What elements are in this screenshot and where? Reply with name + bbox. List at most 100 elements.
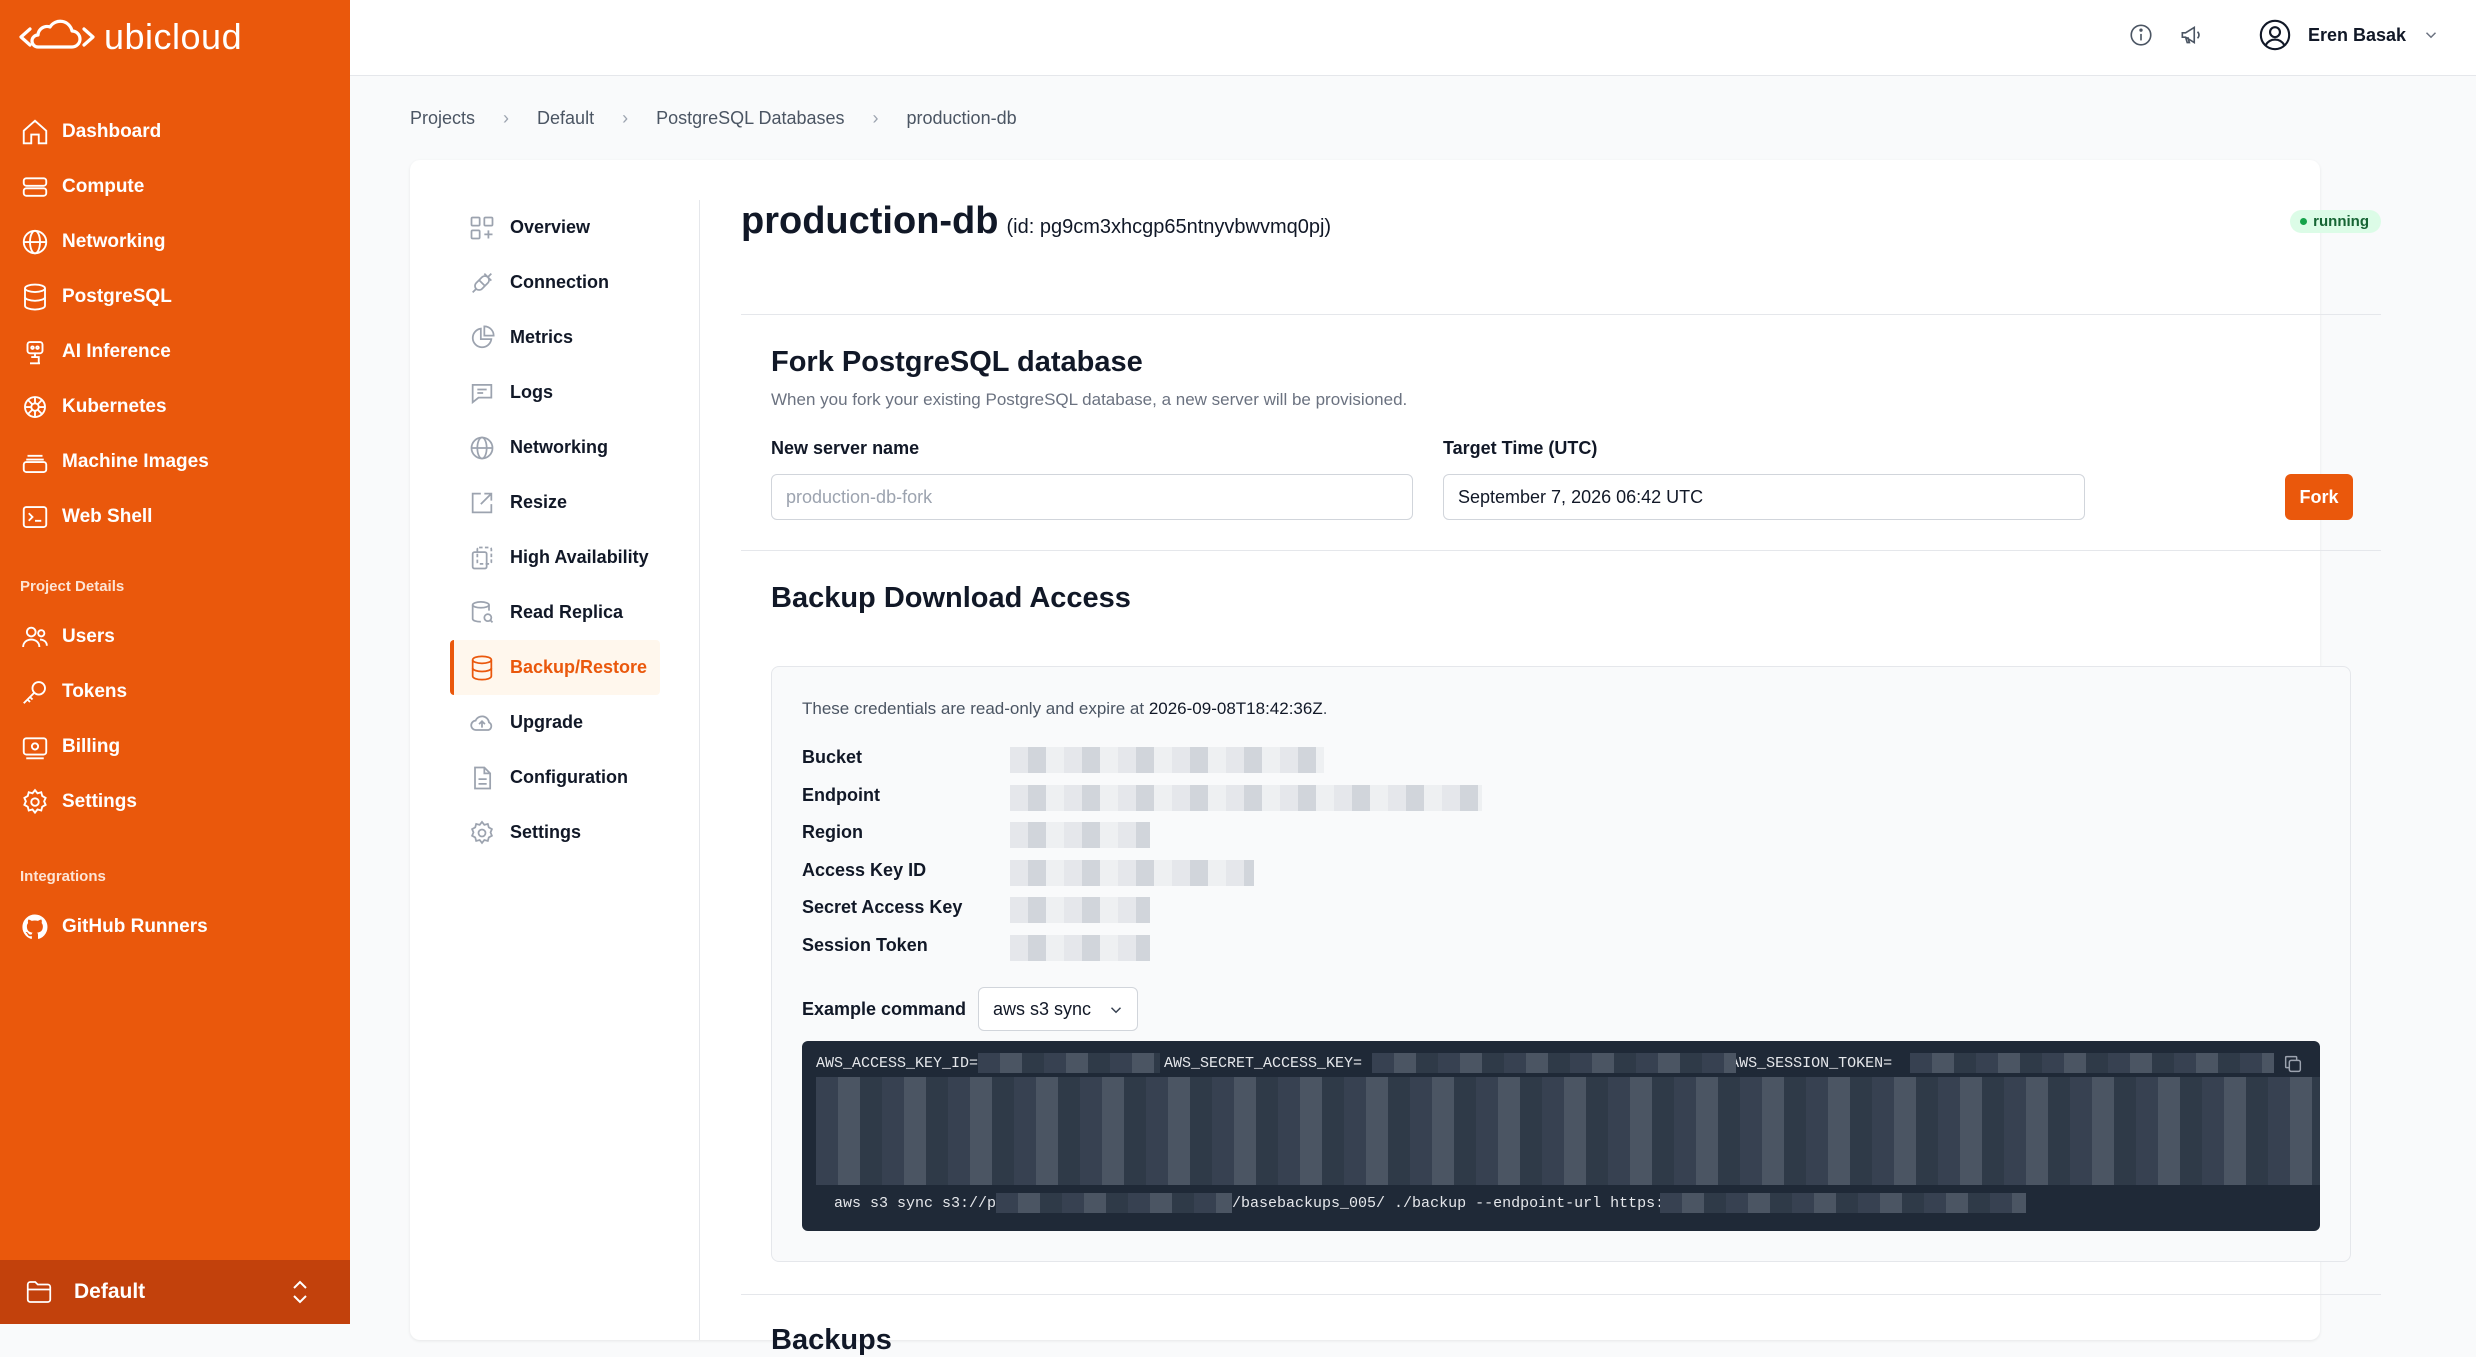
sidebar-item-networking[interactable]: Networking (0, 214, 350, 269)
database-id: (id: pg9cm3xhcgp65ntnyvbwvmq0pj) (1006, 216, 1332, 238)
tab-read-replica[interactable]: Read Replica (450, 585, 660, 640)
globe-icon (470, 436, 494, 459)
topbar: Eren Basak (350, 0, 2476, 76)
subnav-label: Networking (510, 437, 609, 457)
breadcrumb-current[interactable]: production-db (907, 108, 1017, 129)
megaphone-icon (2181, 25, 2200, 45)
sidebar-item-github-runners[interactable]: GitHub Runners (0, 899, 350, 954)
subnav-label: Configuration (510, 767, 628, 787)
redacted-block (1660, 1193, 2026, 1213)
globe-icon (22, 229, 48, 254)
robot-icon (26, 340, 44, 364)
region-value-redacted (1010, 822, 1150, 848)
image-stack-icon (22, 454, 48, 473)
divider (741, 550, 2381, 551)
status-dot-icon (2300, 218, 2308, 225)
subnav-label: Read Replica (510, 602, 624, 622)
target-time-input[interactable]: September 7, 2026 06:42 UTC (1443, 474, 2085, 520)
breadcrumb-postgresql-databases[interactable]: PostgreSQL Databases (656, 108, 844, 129)
project-details-heading: Project Details (20, 578, 125, 595)
backups-section-title: Backups (771, 1324, 892, 1356)
status-text: running (2313, 213, 2369, 230)
tab-metrics[interactable]: Metrics (450, 310, 660, 365)
subnav-label: Settings (510, 822, 582, 842)
sidebar-item-machine-images[interactable]: Machine Images (0, 434, 350, 489)
sidebar-item-ai-inference[interactable]: AI Inference (0, 324, 350, 379)
sidebar-item-kubernetes[interactable]: Kubernetes (0, 379, 350, 434)
sidebar-item-label: Networking (62, 230, 166, 252)
subnav-label: Backup/Restore (510, 657, 648, 677)
breadcrumb-projects[interactable]: Projects (410, 108, 475, 129)
credentials-panel: These credentials are read-only and expi… (771, 666, 2351, 1262)
gear-icon (23, 788, 47, 814)
tab-high-availability[interactable]: High Availability (450, 530, 660, 585)
breadcrumb-default[interactable]: Default (537, 108, 594, 129)
tab-connection[interactable]: Connection (450, 255, 660, 310)
tab-resize[interactable]: Resize (450, 475, 660, 530)
subnav-label: High Availability (510, 547, 649, 567)
user-menu-avatar[interactable] (2258, 18, 2292, 52)
project-switcher[interactable]: Default (0, 1260, 350, 1324)
credentials-expiry: These credentials are read-only and expi… (802, 699, 1327, 719)
announcements-button[interactable] (2174, 18, 2208, 52)
ubicloud-logo[interactable]: ubicloud (18, 16, 242, 58)
chevron-right-icon: › (872, 108, 879, 128)
target-time-label: Target Time (UTC) (1443, 438, 1598, 458)
fork-button[interactable]: Fork (2285, 474, 2353, 520)
sidebar-item-billing[interactable]: Billing (0, 719, 350, 774)
session-token-value-redacted (1010, 935, 1150, 961)
divider (741, 1294, 2381, 1295)
tab-networking[interactable]: Networking (450, 420, 660, 475)
expiry-time: 2026-09-08T18:42:36Z (1148, 699, 1323, 718)
endpoint-label: Endpoint (802, 785, 880, 805)
cloud-logo-icon (19, 19, 95, 49)
gear-icon (470, 820, 494, 844)
billing-icon (22, 736, 48, 759)
tab-settings[interactable]: Settings (450, 805, 660, 860)
chevron-down-icon[interactable] (2422, 26, 2440, 44)
fork-description: When you fork your existing PostgreSQL d… (771, 390, 1408, 409)
expiry-prefix: These credentials are read-only and expi… (802, 699, 1149, 718)
sidebar-item-settings[interactable]: Settings (0, 774, 350, 829)
tab-overview[interactable]: Overview (450, 200, 660, 255)
sidebar-item-tokens[interactable]: Tokens (0, 664, 350, 719)
tab-backup-restore[interactable]: Backup/Restore (450, 640, 660, 695)
sidebar-item-label: Users (62, 625, 115, 647)
endpoint-value-redacted (1010, 785, 1482, 811)
sidebar-item-compute[interactable]: Compute (0, 159, 350, 214)
access-key-id-label: Access Key ID (802, 860, 927, 880)
code-cmd-b: /basebackups_005/ ./backup --endpoint-ur… (1232, 1195, 1683, 1212)
sidebar-item-label: Dashboard (62, 120, 162, 142)
sidebar-item-web-shell[interactable]: Web Shell (0, 489, 350, 544)
tab-configuration[interactable]: Configuration (450, 750, 660, 805)
tab-logs[interactable]: Logs (450, 365, 660, 420)
chevron-down-icon (1110, 1007, 1122, 1014)
sidebar-item-users[interactable]: Users (0, 609, 350, 664)
main-nav: Dashboard Compute Networking PostgreSQL … (0, 104, 350, 544)
info-button[interactable] (2124, 18, 2158, 52)
fork-section-title: Fork PostgreSQL database (771, 346, 1143, 378)
sidebar: ubicloud Dashboard Compute Networking Po… (0, 0, 350, 1324)
sidebar-item-postgresql[interactable]: PostgreSQL (0, 269, 350, 324)
code-secret: AWS_SECRET_ACCESS_KEY= (1164, 1055, 1363, 1072)
example-command-label: Example command (802, 999, 967, 1019)
users-icon (22, 626, 48, 647)
copy-icon[interactable] (2282, 1053, 2304, 1075)
code-line-command: aws s3 sync s3://p/basebackups_005/ ./ba… (834, 1195, 1682, 1212)
sidebar-item-label: Compute (62, 175, 145, 197)
tab-upgrade[interactable]: Upgrade (450, 695, 660, 750)
project-nav: Users Tokens Billing Settings (0, 609, 350, 829)
subnav-label: Metrics (510, 327, 574, 347)
sidebar-item-label: Machine Images (62, 450, 209, 472)
sidebar-item-label: AI Inference (62, 340, 171, 362)
sidebar-item-dashboard[interactable]: Dashboard (0, 104, 350, 159)
helm-icon (24, 395, 46, 418)
example-command-select[interactable]: aws s3 sync (978, 987, 1138, 1031)
example-command-code[interactable]: AWS_ACCESS_KEY_ID= AWS_SECRET_ACCESS_KEY=… (802, 1041, 2320, 1231)
code-key-id: AWS_ACCESS_KEY_ID= (816, 1055, 979, 1072)
user-name[interactable]: Eren Basak (2308, 25, 2406, 46)
info-icon (2130, 24, 2152, 46)
database-icon (24, 283, 46, 310)
document-icon (474, 766, 492, 789)
server-name-input[interactable]: production-db-fork (771, 474, 1413, 520)
